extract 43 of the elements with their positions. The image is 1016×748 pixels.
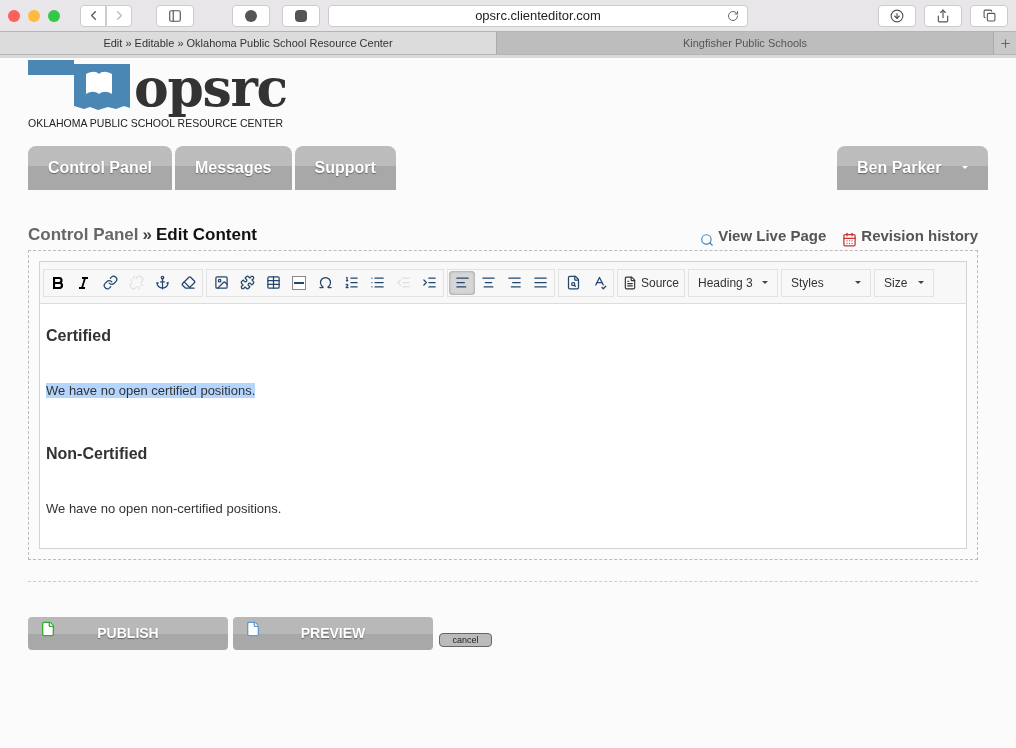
breadcrumb-link[interactable]: Control Panel [28,221,139,248]
content-heading: Non-Certified [46,445,148,463]
reload-icon[interactable] [727,9,739,22]
source-button[interactable]: Source [617,268,686,297]
share-icon [936,8,950,23]
search-icon [700,233,715,248]
download-icon [890,8,904,23]
sidebar-icon [168,8,182,23]
tabs-icon [982,9,996,22]
pocket-button[interactable] [282,4,320,27]
tabs-button[interactable] [970,4,1008,27]
format-dropdown[interactable]: Heading 3 [688,268,779,297]
editor-content[interactable]: Certified We have no open certified positions. Non-Certified We have no open non-certified positions. [40,304,966,549]
caret-icon [855,281,862,285]
download-button[interactable] [878,4,916,27]
content-heading: Certified [46,327,111,345]
breadcrumb-current: Edit Content [156,223,258,246]
plus-icon [998,36,1012,50]
format-dropdown[interactable]: Styles [781,268,872,297]
back-button[interactable] [80,4,106,27]
file-icon [245,621,261,638]
caret-icon [762,281,769,285]
extension-button[interactable] [232,4,270,27]
browser-tab[interactable]: Kingfisher Public Schools [497,32,994,54]
share-button[interactable] [924,4,962,27]
logo-wordmark: opsrc [134,58,287,118]
view-live-page-link[interactable]: View Live Page [718,224,827,248]
content-paragraph: We have no open certified positions. [46,383,256,399]
oklahoma-book-logo-icon [28,58,130,110]
caret-icon [918,281,925,285]
browser-tab[interactable]: Edit » Editable » Oklahoma Public School Resource Center [0,32,497,54]
logo-tagline: OKLAHOMA PUBLIC SCHOOL RESOURCE CENTER [28,117,284,131]
breadcrumb-separator: » [142,223,152,246]
address-bar[interactable]: opsrc.clienteditor.com [328,4,748,27]
calendar-icon [842,232,858,248]
sidebar-button[interactable] [156,4,194,27]
file-icon [40,621,56,638]
caret-icon [961,166,968,170]
format-dropdown[interactable]: Size [874,268,935,297]
document-icon [623,275,637,290]
content-paragraph: We have no open non-certified positions. [46,501,282,517]
cancel-button[interactable]: cancel [439,633,492,648]
revision-history-link[interactable]: Revision history [861,224,978,248]
